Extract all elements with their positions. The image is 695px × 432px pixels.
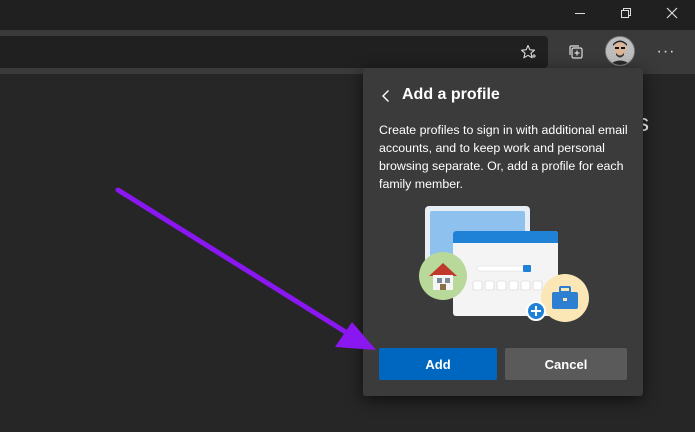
profile-avatar-button[interactable] [605,36,635,66]
close-button[interactable] [649,0,695,26]
address-bar[interactable] [0,36,548,68]
flyout-title: Add a profile [402,86,500,103]
back-button[interactable] [375,84,397,108]
more-options-button[interactable]: ··· [650,36,682,68]
favorite-button[interactable] [512,36,544,68]
title-bar [0,0,695,30]
avatar [606,37,634,65]
minimize-button[interactable] [557,0,603,26]
restore-button[interactable] [603,0,649,26]
collections-icon [569,45,583,59]
add-profile-flyout: Add a profile Create profiles to sign in… [363,68,643,396]
more-icon: ··· [656,43,676,60]
flyout-header: Add a profile [363,82,643,110]
restore-icon [621,8,631,18]
close-icon [666,7,678,19]
flyout-description: Create profiles to sign in with addition… [379,123,628,191]
collections-button[interactable] [560,36,592,68]
profile-illustration [419,206,589,322]
minimize-icon [575,13,585,14]
chevron-left-icon [382,90,389,102]
add-button[interactable]: Add [379,348,497,380]
cancel-button[interactable]: Cancel [505,348,627,380]
star-outline-icon [520,44,536,59]
